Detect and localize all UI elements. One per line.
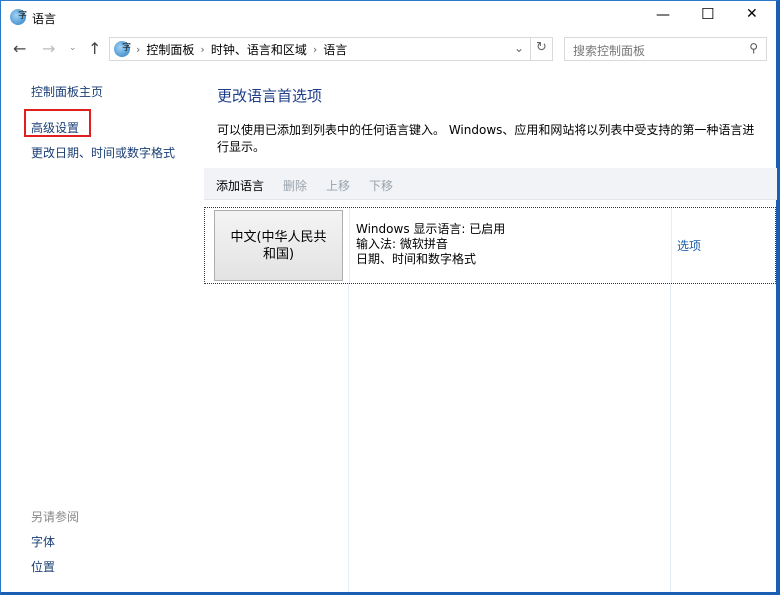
- minimize-button[interactable]: —: [656, 7, 670, 23]
- language-name-line-1: 中文(中华人民共: [230, 230, 327, 245]
- move-up-button[interactable]: 上移: [326, 177, 350, 194]
- toolbar: 添加语言 删除 上移 下移: [204, 168, 777, 200]
- window-frame: 语言 — ☐ ✕ ← → ⌄ ↑ ›控制面板 ›时钟、语言和区域 ›语言 ⌄ ↻…: [0, 0, 780, 595]
- description-line-1: 可以使用已添加到列表中的任何语言键入。 Windows、应用和网站将以列表中受支…: [217, 123, 755, 137]
- search-input[interactable]: 搜索控制面板 ⚲: [564, 37, 767, 61]
- search-icon: ⚲: [749, 41, 758, 55]
- see-also-heading: 另请参阅: [31, 510, 80, 524]
- language-icon: [10, 8, 27, 25]
- address-bar[interactable]: ›控制面板 ›时钟、语言和区域 ›语言 ⌄ ↻: [109, 37, 553, 61]
- options-link[interactable]: 选项: [677, 237, 701, 254]
- remove-button[interactable]: 删除: [283, 177, 307, 194]
- recent-dropdown-icon[interactable]: ⌄: [69, 43, 77, 53]
- sidebar-home-link[interactable]: 控制面板主页: [31, 83, 103, 100]
- language-name-line-2: 和国): [262, 247, 295, 262]
- up-arrow-icon[interactable]: ↑: [88, 39, 101, 58]
- window-title: 语言: [32, 12, 57, 26]
- address-dropdown-icon[interactable]: ⌄: [514, 41, 524, 55]
- language-name-button[interactable]: 中文(中华人民共 和国): [214, 210, 343, 281]
- back-arrow-icon[interactable]: ←: [13, 39, 26, 58]
- breadcrumb-language[interactable]: 语言: [323, 41, 347, 58]
- search-placeholder: 搜索控制面板: [573, 44, 646, 58]
- sidebar-fonts-link[interactable]: 字体: [31, 533, 55, 550]
- input-method: 输入法: 微软拼音: [356, 237, 448, 251]
- description-line-2: 行显示。: [217, 140, 266, 154]
- sidebar-advanced-settings-link[interactable]: 高级设置: [31, 119, 79, 136]
- language-row[interactable]: 中文(中华人民共 和国) Windows 显示语言: 已启用 输入法: 微软拼音…: [204, 207, 776, 284]
- sidebar-location-link[interactable]: 位置: [31, 558, 55, 575]
- date-time-format: 日期、时间和数字格式: [356, 252, 477, 266]
- display-language-status: Windows 显示语言: 已启用: [356, 222, 506, 236]
- refresh-icon[interactable]: ↻: [536, 40, 547, 55]
- close-button[interactable]: ✕: [746, 6, 758, 22]
- forward-arrow-icon[interactable]: →: [42, 39, 55, 58]
- sidebar-date-format-link[interactable]: 更改日期、时间或数字格式: [31, 144, 175, 161]
- add-language-button[interactable]: 添加语言: [216, 177, 264, 194]
- move-down-button[interactable]: 下移: [369, 177, 393, 194]
- control-panel-icon: [114, 40, 131, 57]
- maximize-button[interactable]: ☐: [701, 5, 714, 23]
- breadcrumb-control-panel[interactable]: 控制面板: [146, 41, 194, 58]
- breadcrumb-clock-region[interactable]: 时钟、语言和区域: [211, 41, 307, 58]
- page-title: 更改语言首选项: [217, 87, 323, 105]
